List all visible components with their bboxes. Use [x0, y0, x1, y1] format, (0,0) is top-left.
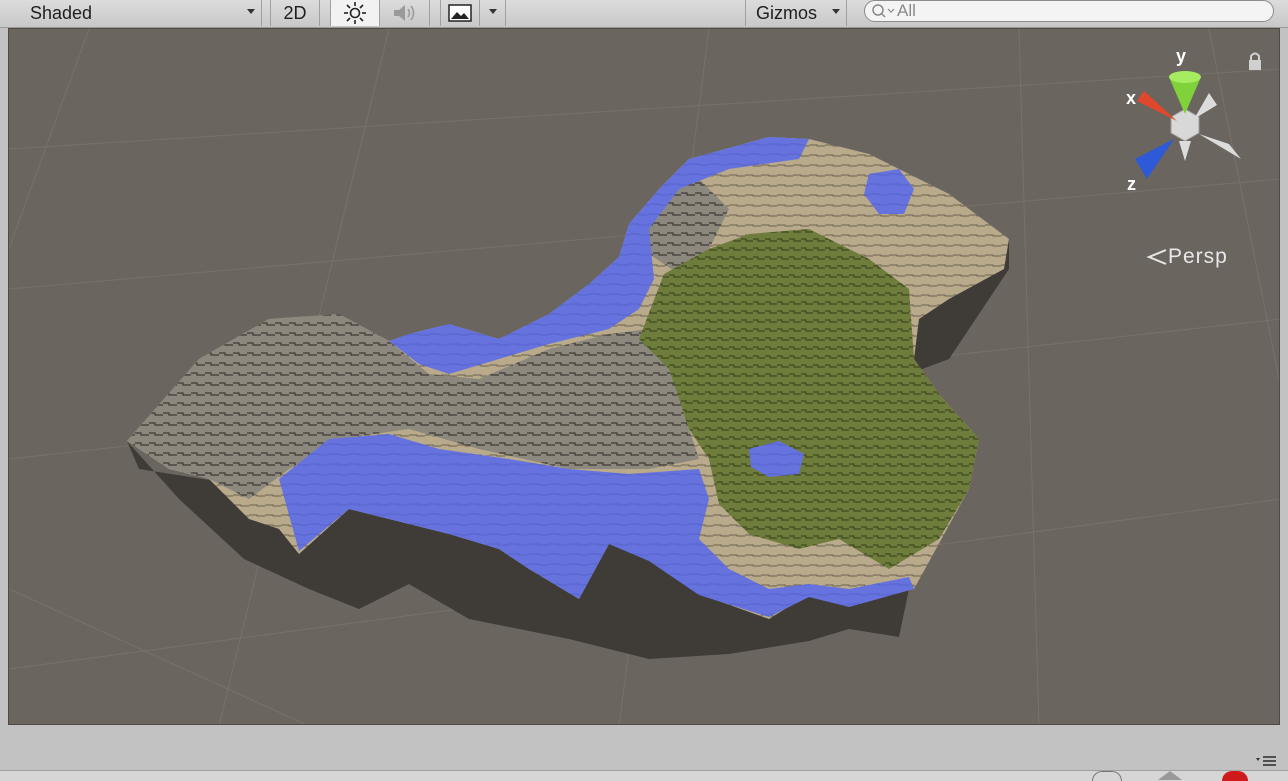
- speaker-icon: [393, 5, 414, 21]
- chevron-down-icon: [489, 9, 497, 14]
- sun-icon: [344, 2, 366, 24]
- gizmo-y-label: y: [1176, 46, 1187, 66]
- gizmo-z-cone: [1135, 139, 1174, 179]
- draw-mode-label: Shaded: [30, 2, 93, 23]
- chevron-down-icon: [247, 9, 255, 14]
- orientation-gizmo[interactable]: [1135, 71, 1241, 179]
- effects-toggle[interactable]: [440, 0, 480, 26]
- chevron-left-icon: [1146, 249, 1167, 265]
- audio-toggle[interactable]: [380, 0, 430, 26]
- lock-icon[interactable]: [1249, 52, 1261, 71]
- search-field[interactable]: All: [864, 0, 1274, 22]
- projection-label: Persp: [1168, 245, 1228, 268]
- scene-toolbar: Shaded 2D Gizmos All: [0, 0, 1288, 28]
- image-icon: [448, 4, 472, 22]
- scene-canvas: [9, 29, 1279, 724]
- gizmo-neg-y-cone: [1179, 141, 1191, 161]
- scene-viewport[interactable]: y x z Persp: [8, 28, 1280, 725]
- gizmo-x-label: x: [1126, 88, 1137, 108]
- gizmo-z-label: z: [1127, 174, 1136, 194]
- gizmo-neg-x-cone: [1194, 93, 1217, 119]
- gizmos-dropdown[interactable]: Gizmos: [745, 0, 847, 26]
- gizmo-x-cone: [1137, 91, 1177, 121]
- search-input: All: [897, 1, 916, 20]
- warning-icon[interactable]: [1158, 771, 1182, 780]
- console-strip: [0, 770, 1288, 781]
- projection-toggle[interactable]: Persp: [1146, 245, 1228, 269]
- search-icon: [872, 4, 895, 18]
- menu-icon[interactable]: [1254, 754, 1280, 770]
- mode-2d-toggle[interactable]: 2D: [270, 0, 320, 26]
- gizmos-label: Gizmos: [756, 2, 818, 23]
- mode-2d-label: 2D: [283, 2, 307, 23]
- draw-mode-dropdown[interactable]: Shaded: [0, 0, 262, 26]
- lighting-toggle[interactable]: [330, 0, 380, 26]
- effects-dropdown[interactable]: [480, 0, 506, 26]
- chevron-down-icon: [832, 9, 840, 14]
